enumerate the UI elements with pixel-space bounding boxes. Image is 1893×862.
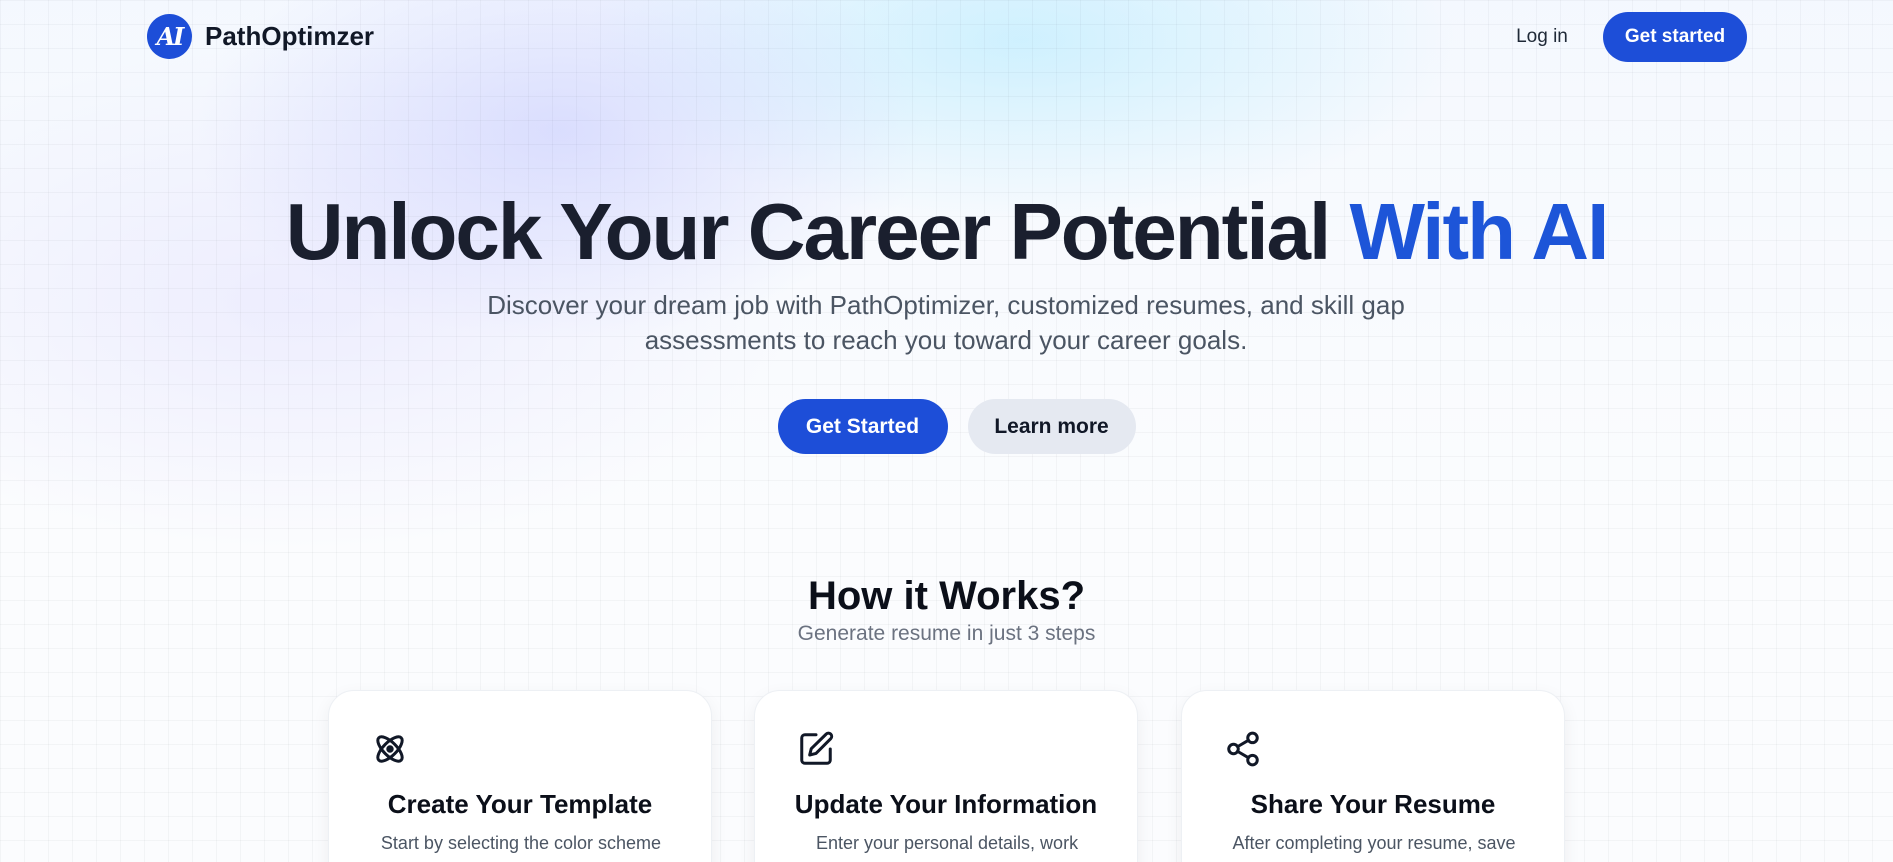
hero-title-accent: With AI — [1349, 187, 1610, 276]
learn-more-button[interactable]: Learn more — [967, 399, 1136, 454]
step-description: Start by selecting the color scheme — [380, 833, 662, 853]
step-card-create-template: Create Your Template Start by selecting … — [328, 690, 712, 862]
login-link[interactable]: Log in — [1500, 22, 1584, 52]
top-navbar: AI PathOptimzer Log in Get started — [0, 0, 1893, 74]
brand-name: PathOptimzer — [205, 21, 375, 51]
header-get-started-button[interactable]: Get started — [1603, 12, 1747, 62]
step-title: Create Your Template — [387, 789, 653, 819]
logo-mark-icon: AI — [147, 14, 192, 59]
atom-icon — [376, 735, 404, 763]
step-card-update-information: Update Your Information Enter your perso… — [754, 690, 1138, 862]
brand-logo[interactable]: AI PathOptimzer — [147, 14, 374, 59]
hero-title: Unlock Your Career Potential With AI — [0, 186, 1893, 278]
step-card-share-resume: Share Your Resume After completing your … — [1181, 690, 1565, 862]
edit-icon — [800, 731, 834, 765]
how-it-works-subtitle: Generate resume in just 3 steps — [797, 622, 1096, 645]
step-title: Update Your Information — [794, 789, 1098, 819]
step-description: Enter your personal details, work — [815, 833, 1079, 853]
step-description: After completing your resume, save — [1232, 833, 1516, 853]
step-title: Share Your Resume — [1250, 789, 1496, 819]
share-icon — [1227, 731, 1259, 767]
hero-cta-row: Get Started Learn more — [0, 399, 1893, 454]
get-started-button[interactable]: Get Started — [777, 399, 948, 454]
how-it-works-title: How it Works? — [807, 574, 1086, 618]
hero-subtitle: Discover your dream job with PathOptimiz… — [487, 290, 1405, 355]
hero-title-main: Unlock Your Career Potential — [285, 187, 1332, 276]
